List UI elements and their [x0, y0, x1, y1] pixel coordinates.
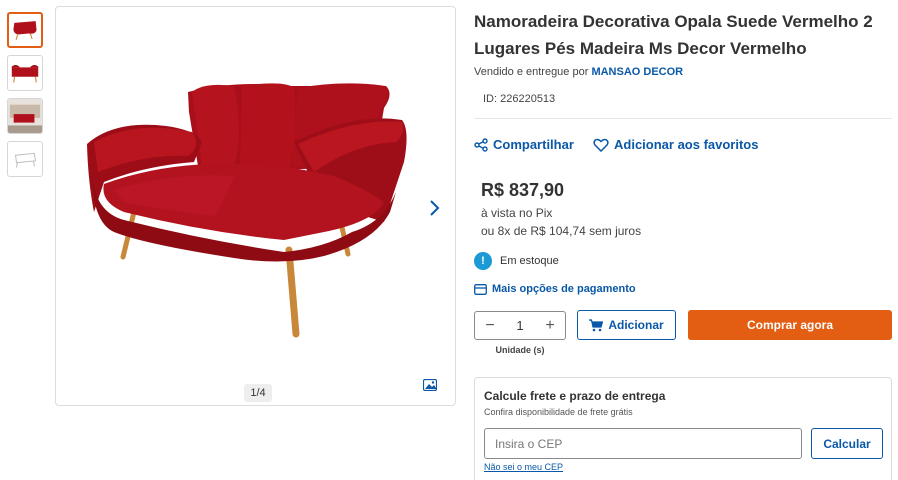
seller-info: Vendido e entregue por MANSAO DECOR — [474, 66, 683, 78]
product-id: ID: 226220513 — [483, 93, 556, 105]
buy-now-button[interactable]: Comprar agora — [688, 310, 892, 340]
stock-status: ! Em estoque — [474, 252, 559, 270]
calculate-button[interactable]: Calcular — [811, 428, 883, 459]
product-photo[interactable] — [84, 72, 414, 347]
add-to-cart-label: Adicionar — [608, 318, 664, 332]
share-button[interactable]: Compartilhar — [474, 137, 574, 152]
heart-icon — [593, 138, 609, 152]
unknown-cep-link[interactable]: Não sei o meu CEP — [484, 462, 563, 472]
info-icon: ! — [474, 252, 492, 270]
quantity-unit-label: Unidade (s) — [495, 345, 545, 355]
freight-title: Calcule frete e prazo de entrega — [484, 389, 666, 403]
thumbnail-list — [7, 12, 43, 184]
cart-icon — [589, 318, 604, 331]
chevron-right-icon[interactable] — [424, 196, 444, 220]
payment-options-label: Mais opções de pagamento — [492, 283, 636, 295]
room-thumbnail-icon — [8, 99, 42, 133]
thumbnail-4[interactable] — [7, 141, 43, 177]
add-to-cart-button[interactable]: Adicionar — [577, 310, 676, 340]
seller-link[interactable]: MANSAO DECOR — [591, 66, 683, 78]
decrement-button[interactable]: − — [483, 317, 497, 335]
add-favorite-button[interactable]: Adicionar aos favoritos — [593, 137, 758, 152]
stock-text: Em estoque — [500, 255, 559, 267]
dimensions-thumbnail-icon — [15, 152, 36, 168]
product-title: Namoradeira Decorativa Opala Suede Verme… — [474, 12, 873, 58]
product-image-gallery: 1/4 — [55, 6, 456, 406]
sofa-side-thumbnail-icon — [11, 64, 39, 83]
thumbnail-1[interactable] — [7, 12, 43, 48]
thumbnail-3[interactable] — [7, 98, 43, 134]
seller-prefix: Vendido e entregue por — [474, 66, 589, 78]
thumbnail-2[interactable] — [7, 55, 43, 91]
payment-options-link[interactable]: Mais opções de pagamento — [474, 283, 636, 295]
share-icon — [474, 137, 488, 152]
quantity-stepper: − 1 + — [474, 311, 566, 340]
divider — [474, 118, 892, 119]
quantity-value[interactable]: 1 — [516, 318, 523, 333]
increment-button[interactable]: + — [543, 317, 557, 335]
freight-calculator: Calcule frete e prazo de entrega Confira… — [474, 377, 892, 480]
credit-card-icon — [474, 283, 487, 295]
product-price: R$ 837,90 — [481, 180, 565, 200]
share-label: Compartilhar — [493, 137, 574, 152]
favorite-label: Adicionar aos favoritos — [614, 137, 759, 152]
image-counter: 1/4 — [244, 384, 272, 402]
freight-subtitle: Confira disponibilidade de frete grátis — [484, 407, 633, 417]
sofa-thumbnail-icon — [13, 21, 37, 40]
pix-text: à vista no Pix — [481, 206, 553, 220]
installments-text: ou 8x de R$ 104,74 sem juros — [481, 224, 642, 238]
cep-input[interactable] — [484, 428, 802, 459]
image-icon[interactable] — [423, 379, 437, 391]
